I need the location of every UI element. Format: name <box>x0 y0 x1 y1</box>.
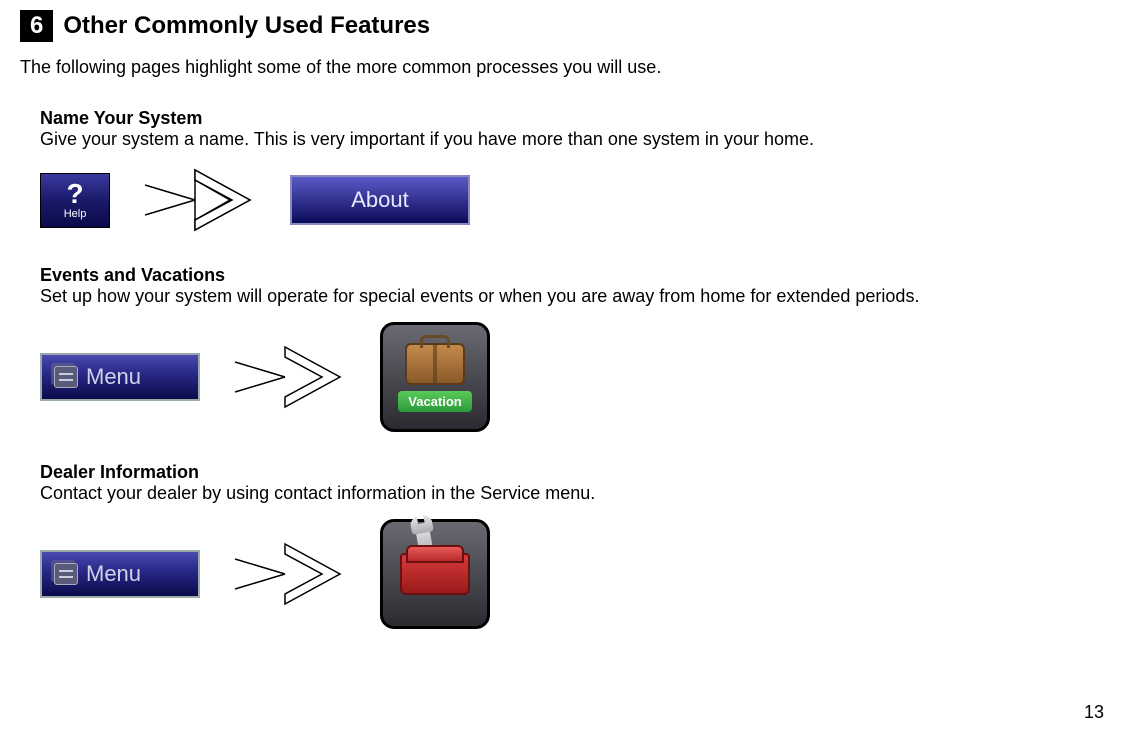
section-number-badge: 6 <box>20 10 53 42</box>
feature-title: Dealer Information <box>40 462 1104 483</box>
feature-desc: Give your system a name. This is very im… <box>40 129 1104 150</box>
feature-desc: Contact your dealer by using contact inf… <box>40 483 1104 504</box>
menu-button[interactable]: Menu <box>40 550 200 598</box>
menu-label: Menu <box>86 364 141 390</box>
arrow-icon <box>230 342 350 412</box>
menu-button[interactable]: Menu <box>40 353 200 401</box>
feature-title: Events and Vacations <box>40 265 1104 286</box>
feature-name-system: Name Your System Give your system a name… <box>40 108 1104 235</box>
intro-text: The following pages highlight some of th… <box>20 57 1104 78</box>
section-header: 6 Other Commonly Used Features <box>20 10 1104 42</box>
arrow-icon <box>230 539 350 609</box>
help-button[interactable]: ? Help <box>40 173 110 228</box>
section-title: Other Commonly Used Features <box>63 12 430 40</box>
list-icon <box>54 366 78 388</box>
flow-row: Menu Vacation <box>40 322 1104 432</box>
toolbox-icon <box>400 553 470 595</box>
about-button[interactable]: About <box>290 175 470 225</box>
feature-desc: Set up how your system will operate for … <box>40 286 1104 307</box>
flow-row: Menu <box>40 519 1104 629</box>
menu-label: Menu <box>86 561 141 587</box>
feature-events-vacations: Events and Vacations Set up how your sys… <box>40 265 1104 432</box>
list-icon <box>54 563 78 585</box>
vacation-app-icon[interactable]: Vacation <box>380 322 490 432</box>
suitcase-icon <box>405 343 465 385</box>
feature-dealer-info: Dealer Information Contact your dealer b… <box>40 462 1104 629</box>
service-app-icon[interactable] <box>380 519 490 629</box>
help-label: Help <box>64 208 87 220</box>
arrow-icon <box>140 165 260 235</box>
page-number: 13 <box>1084 702 1104 723</box>
vacation-label: Vacation <box>398 391 471 412</box>
question-mark-icon: ? <box>66 180 83 208</box>
about-label: About <box>351 187 409 213</box>
feature-title: Name Your System <box>40 108 1104 129</box>
flow-row: ? Help About <box>40 165 1104 235</box>
